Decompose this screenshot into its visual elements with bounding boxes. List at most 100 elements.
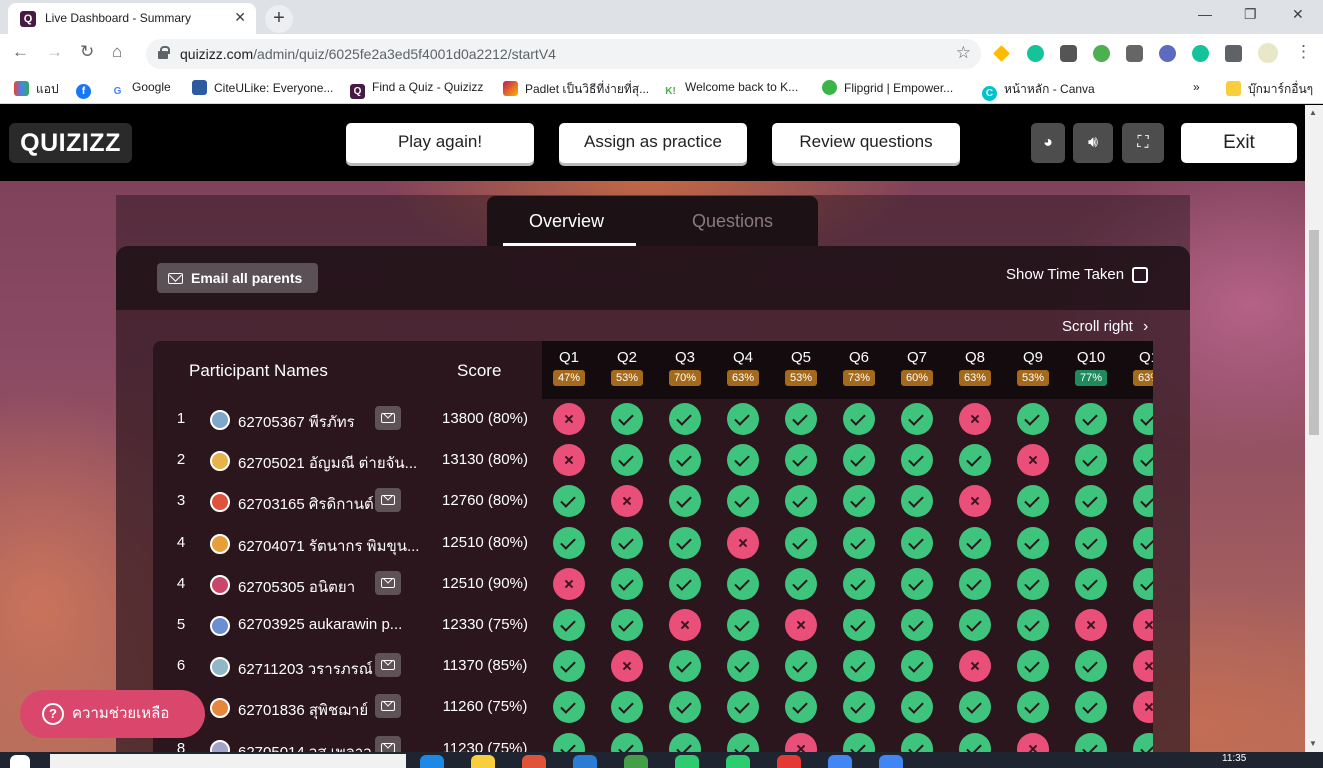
question-column-label[interactable]: Q2 (607, 349, 647, 366)
question-column-label[interactable]: Q9 (1013, 349, 1053, 366)
tab-overview[interactable]: Overview (529, 211, 604, 232)
bookmark-apps[interactable]: แอป (14, 80, 59, 99)
correct-answer-icon[interactable] (1075, 403, 1107, 435)
correct-answer-icon[interactable] (843, 526, 875, 559)
correct-answer-icon[interactable] (553, 526, 585, 559)
bookmark-facebook[interactable]: f (76, 80, 98, 99)
correct-answer-icon[interactable] (669, 650, 701, 683)
participant-name[interactable]: 62704071 รัตนากร พิมขุน... (238, 534, 419, 558)
question-column-label[interactable]: Q8 (955, 349, 995, 366)
participant-name[interactable]: 62705367 พีรภัทร (238, 410, 355, 434)
correct-answer-icon[interactable] (1017, 650, 1049, 683)
participant-row[interactable]: 8 62705014 วส เพลาว 11230 (75%) (153, 729, 1153, 752)
palette-icon[interactable]: ◕ (1031, 123, 1065, 163)
correct-answer-icon[interactable] (901, 732, 933, 752)
correct-answer-icon[interactable] (1075, 567, 1107, 600)
taskbar-app-icon[interactable] (420, 755, 444, 768)
correct-answer-icon[interactable] (785, 567, 817, 600)
scrollbar-thumb[interactable] (1309, 230, 1319, 435)
correct-answer-icon[interactable] (1133, 567, 1153, 600)
taskbar-app-icon[interactable] (675, 755, 699, 768)
correct-answer-icon[interactable] (901, 567, 933, 600)
page-scrollbar[interactable]: ▲ ▼ (1305, 105, 1323, 752)
bookmark-padlet[interactable]: Padlet เป็นวิธีที่ง่ายที่สุ... (503, 80, 649, 99)
correct-answer-icon[interactable] (1133, 732, 1153, 752)
correct-answer-icon[interactable] (843, 732, 875, 752)
correct-answer-icon[interactable] (611, 691, 643, 724)
taskbar-app-icon[interactable] (879, 755, 903, 768)
correct-answer-icon[interactable] (785, 403, 817, 435)
correct-answer-icon[interactable] (901, 650, 933, 683)
restore-icon[interactable]: ❐ (1244, 6, 1257, 23)
extension-icon[interactable] (1093, 45, 1110, 62)
email-parent-button[interactable] (375, 694, 401, 719)
incorrect-answer-icon[interactable] (553, 403, 585, 435)
bookmark-canva[interactable]: C หน้าหลัก - Canva (982, 80, 1095, 101)
correct-answer-icon[interactable] (669, 732, 701, 752)
windows-start-icon[interactable] (10, 755, 30, 768)
correct-answer-icon[interactable] (901, 444, 933, 477)
correct-answer-icon[interactable] (727, 650, 759, 683)
scroll-up-icon[interactable]: ▲ (1309, 108, 1317, 117)
correct-answer-icon[interactable] (611, 444, 643, 477)
question-column-label[interactable]: Q5 (781, 349, 821, 366)
taskbar-app-icon[interactable] (828, 755, 852, 768)
correct-answer-icon[interactable] (669, 403, 701, 435)
grammarly-extension-icon[interactable] (1192, 45, 1209, 62)
correct-answer-icon[interactable] (553, 609, 585, 641)
bookmark-flipgrid[interactable]: Flipgrid | Empower... (822, 80, 953, 95)
correct-answer-icon[interactable] (959, 526, 991, 559)
participant-name[interactable]: 62705021 อัญมณี ต่ายจัน... (238, 451, 417, 475)
correct-answer-icon[interactable] (1075, 444, 1107, 477)
bookmark-google[interactable]: G Google (110, 80, 171, 99)
participant-name[interactable]: 62711203 วรารภรณ์ (238, 657, 373, 681)
correct-answer-icon[interactable] (843, 485, 875, 518)
incorrect-answer-icon[interactable] (959, 650, 991, 683)
correct-answer-icon[interactable] (727, 485, 759, 518)
correct-answer-icon[interactable] (669, 691, 701, 724)
correct-answer-icon[interactable] (1075, 485, 1107, 518)
incorrect-answer-icon[interactable] (727, 526, 759, 559)
correct-answer-icon[interactable] (1133, 403, 1153, 435)
taskbar-search[interactable] (50, 754, 406, 768)
results-table[interactable]: Participant Names Score Q1 47% Q2 53% Q3 70% Q… (153, 341, 1153, 752)
correct-answer-icon[interactable] (727, 609, 759, 641)
correct-answer-icon[interactable] (843, 609, 875, 641)
incorrect-answer-icon[interactable] (611, 650, 643, 683)
correct-answer-icon[interactable] (669, 485, 701, 518)
taskbar-app-icon[interactable] (471, 755, 495, 768)
play-again-button[interactable]: Play again! (346, 123, 534, 163)
show-time-taken-toggle[interactable]: Show Time Taken (1006, 266, 1148, 283)
reload-icon[interactable]: ↻ (80, 42, 94, 62)
participant-name[interactable]: 62703165 ศิรดิกานต์ (238, 492, 374, 516)
correct-answer-icon[interactable] (611, 609, 643, 641)
correct-answer-icon[interactable] (843, 691, 875, 724)
sound-icon[interactable]: 🔊︎ (1073, 123, 1113, 163)
incorrect-answer-icon[interactable] (959, 485, 991, 518)
correct-answer-icon[interactable] (611, 403, 643, 435)
forward-icon[interactable]: → (46, 42, 63, 62)
correct-answer-icon[interactable] (959, 567, 991, 600)
incorrect-answer-icon[interactable] (1075, 609, 1107, 641)
participant-name[interactable]: 62703925 aukarawin p... (238, 616, 402, 633)
incorrect-answer-icon[interactable] (785, 732, 817, 752)
correct-answer-icon[interactable] (1075, 732, 1107, 752)
question-column-label[interactable]: Q1 (1129, 349, 1153, 366)
correct-answer-icon[interactable] (785, 526, 817, 559)
participant-row[interactable]: 2 62705021 อัญมณี ต่ายจัน... 13130 (80%) (153, 440, 1153, 481)
incorrect-answer-icon[interactable] (611, 485, 643, 518)
taskbar-app-icon[interactable] (522, 755, 546, 768)
address-bar[interactable]: quizizz.com/admin/quiz/6025fe2a3ed5f4001… (146, 39, 981, 69)
question-column-label[interactable]: Q1 (549, 349, 589, 366)
question-column-label[interactable]: Q6 (839, 349, 879, 366)
question-column-label[interactable]: Q3 (665, 349, 705, 366)
correct-answer-icon[interactable] (1017, 526, 1049, 559)
correct-answer-icon[interactable] (553, 732, 585, 752)
bookmark-star-icon[interactable]: ☆ (956, 43, 971, 63)
bookmarks-overflow[interactable]: » (1193, 80, 1200, 94)
correct-answer-icon[interactable] (727, 403, 759, 435)
participant-row[interactable]: 5 62703925 aukarawin p... 12330 (75%) (153, 605, 1153, 646)
puzzle-icon[interactable] (1225, 45, 1242, 62)
correct-answer-icon[interactable] (901, 691, 933, 724)
review-questions-button[interactable]: Review questions (772, 123, 960, 163)
